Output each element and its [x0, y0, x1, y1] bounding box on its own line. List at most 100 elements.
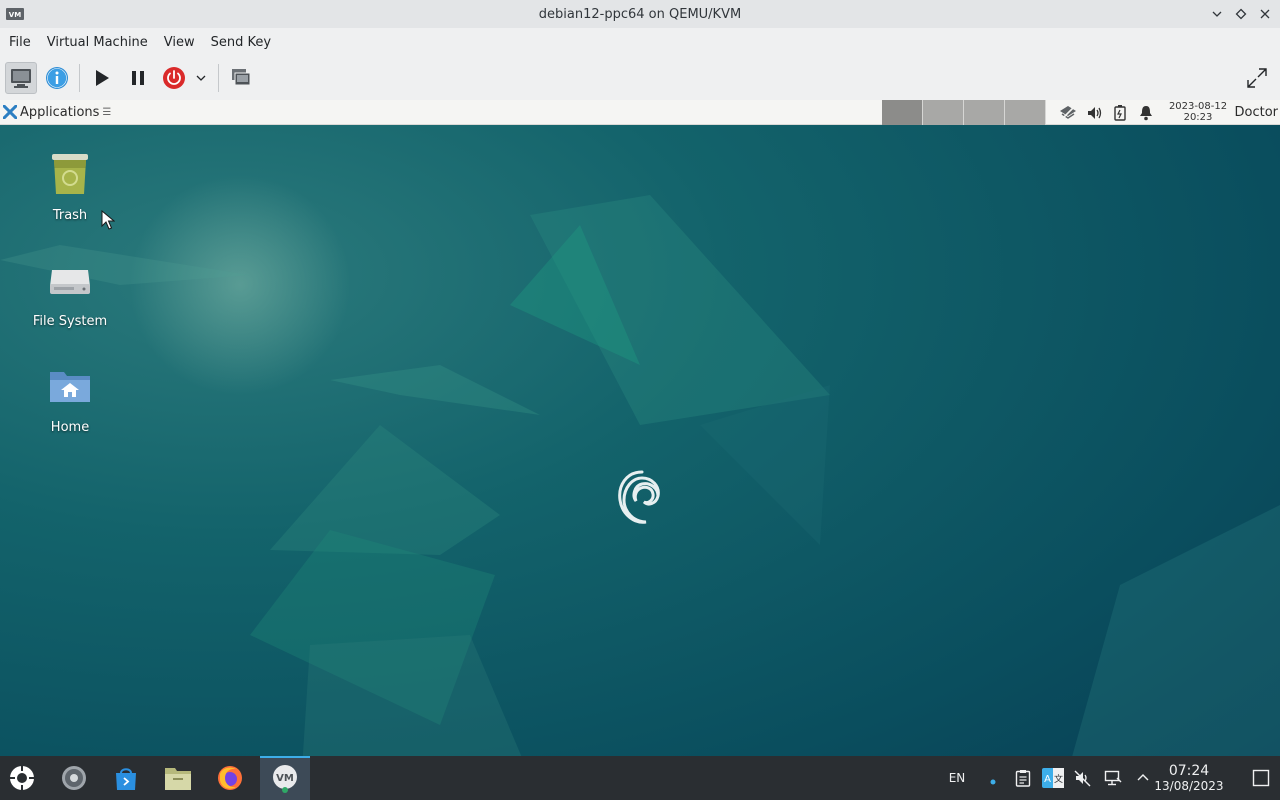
debian-wallpaper — [0, 125, 1280, 800]
guest-user-menu[interactable]: Doctor — [1234, 100, 1278, 125]
power-icon — [163, 67, 185, 89]
window-titlebar[interactable]: VM debian12-ppc64 on QEMU/KVM — [0, 0, 1280, 28]
virt-manager-app-icon: VM — [6, 8, 24, 20]
virt-manager-icon: VM — [273, 765, 297, 793]
xfce-logo-icon — [3, 105, 17, 119]
vm-console-display[interactable]: Applications ☰ 2023-08-12 20:23 Doctor T… — [0, 100, 1280, 800]
hard-drive-icon — [50, 270, 90, 294]
clipboard-icon — [1015, 770, 1031, 787]
chevron-down-icon — [1212, 11, 1222, 17]
close-button[interactable] — [1256, 4, 1274, 24]
desktop-icon-label: File System — [32, 314, 108, 329]
network-offline-icon — [1060, 104, 1076, 121]
guest-notifications-button[interactable] — [1136, 103, 1156, 123]
fullscreen-icon — [1247, 68, 1267, 88]
settings-icon — [62, 766, 86, 790]
clipboard-button[interactable] — [1012, 767, 1034, 789]
input-method-button[interactable]: A 文 — [1042, 767, 1064, 789]
discover-icon — [116, 768, 136, 790]
panel-handle-icon: ☰ — [102, 106, 112, 118]
minimize-button[interactable] — [1208, 4, 1226, 24]
host-system-tray: EN A 文 — [940, 756, 1154, 800]
translate-icon: A 文 — [1042, 768, 1064, 788]
guest-power-button[interactable] — [1110, 103, 1130, 123]
shutdown-menu-button[interactable] — [190, 62, 212, 94]
audio-volume-button[interactable] — [1072, 767, 1094, 789]
guest-clock[interactable]: 2023-08-12 20:23 — [1166, 101, 1230, 123]
details-button[interactable] — [41, 62, 73, 94]
workspace-2[interactable] — [923, 100, 964, 125]
guest-top-panel: Applications ☰ 2023-08-12 20:23 Doctor — [0, 100, 1280, 125]
guest-applications-menu[interactable]: Applications ☰ — [0, 100, 111, 125]
show-desktop-button[interactable] — [1250, 767, 1272, 789]
desktop-icon-home[interactable]: Home — [15, 362, 125, 435]
firefox-launcher[interactable] — [208, 756, 252, 800]
trash-icon — [52, 154, 88, 194]
menu-view[interactable]: View — [158, 28, 201, 56]
host-taskbar: VM EN A 文 07:24 13/08/2023 — [0, 756, 1280, 800]
workspace-4[interactable] — [1005, 100, 1046, 125]
menu-send-key[interactable]: Send Key — [205, 28, 277, 56]
host-digital-clock[interactable]: 07:24 13/08/2023 — [1148, 763, 1230, 793]
firefox-icon — [218, 766, 242, 790]
volume-muted-icon — [1074, 770, 1091, 787]
desktop-icon-label: Home — [50, 420, 90, 435]
virt-manager-task[interactable]: VM — [260, 756, 310, 800]
guest-workspace-switcher — [882, 100, 1046, 125]
menu-file[interactable]: File — [3, 28, 37, 56]
workspace-3[interactable] — [964, 100, 1005, 125]
mouse-cursor-icon — [101, 210, 115, 230]
svg-text:VM: VM — [276, 773, 294, 784]
file-manager-launcher[interactable] — [156, 756, 200, 800]
plasma-menu-icon — [10, 766, 34, 790]
chevron-down-icon — [196, 75, 206, 81]
volume-icon — [1088, 106, 1102, 119]
guest-applications-label: Applications — [20, 104, 100, 120]
shutdown-button[interactable] — [158, 62, 190, 94]
desktop-icon-filesystem[interactable]: File System — [15, 256, 125, 329]
menubar: File Virtual Machine View Send Key — [0, 28, 1280, 56]
info-icon — [46, 67, 68, 89]
bell-icon — [1140, 105, 1152, 120]
host-clock-date: 13/08/2023 — [1154, 779, 1224, 793]
application-launcher-button[interactable] — [0, 756, 44, 800]
maximize-button[interactable] — [1232, 4, 1250, 24]
network-button[interactable] — [1102, 767, 1124, 789]
svg-text:文: 文 — [1054, 773, 1063, 785]
window-title: debian12-ppc64 on QEMU/KVM — [538, 6, 742, 22]
guest-network-button[interactable] — [1058, 103, 1078, 123]
guest-volume-button[interactable] — [1084, 103, 1104, 123]
console-button[interactable] — [5, 62, 37, 94]
close-icon — [1260, 9, 1270, 19]
console-icon — [11, 69, 31, 88]
toolbar — [0, 56, 1280, 100]
system-settings-launcher[interactable] — [52, 756, 96, 800]
workspace-1[interactable] — [882, 100, 923, 125]
files-icon — [165, 768, 191, 790]
diamond-icon — [1235, 8, 1247, 20]
network-wired-icon — [1104, 770, 1122, 786]
discover-launcher[interactable] — [104, 756, 148, 800]
pause-button[interactable] — [122, 62, 154, 94]
battery-plug-icon — [1114, 104, 1126, 121]
run-button[interactable] — [86, 62, 118, 94]
guest-clock-date: 2023-08-12 — [1168, 101, 1228, 112]
snapshots-button[interactable] — [225, 62, 257, 94]
pause-icon — [132, 71, 144, 85]
snapshot-icon — [232, 69, 251, 86]
guest-clock-time: 20:23 — [1183, 112, 1213, 123]
play-icon — [96, 70, 109, 86]
keyboard-layout-indicator[interactable]: EN — [940, 771, 974, 785]
host-clock-time: 07:24 — [1168, 763, 1210, 779]
svg-text:VM: VM — [9, 11, 21, 19]
dot-icon — [990, 779, 996, 785]
fullscreen-button[interactable] — [1242, 62, 1272, 94]
guest-tray — [1058, 100, 1156, 125]
home-folder-icon — [50, 372, 90, 402]
menu-virtual-machine[interactable]: Virtual Machine — [41, 28, 154, 56]
svg-text:A: A — [1044, 774, 1051, 785]
toolbar-separator — [79, 64, 80, 92]
show-desktop-icon — [1252, 769, 1270, 787]
updates-indicator[interactable] — [982, 767, 1004, 789]
debian-swirl-icon — [618, 470, 660, 524]
